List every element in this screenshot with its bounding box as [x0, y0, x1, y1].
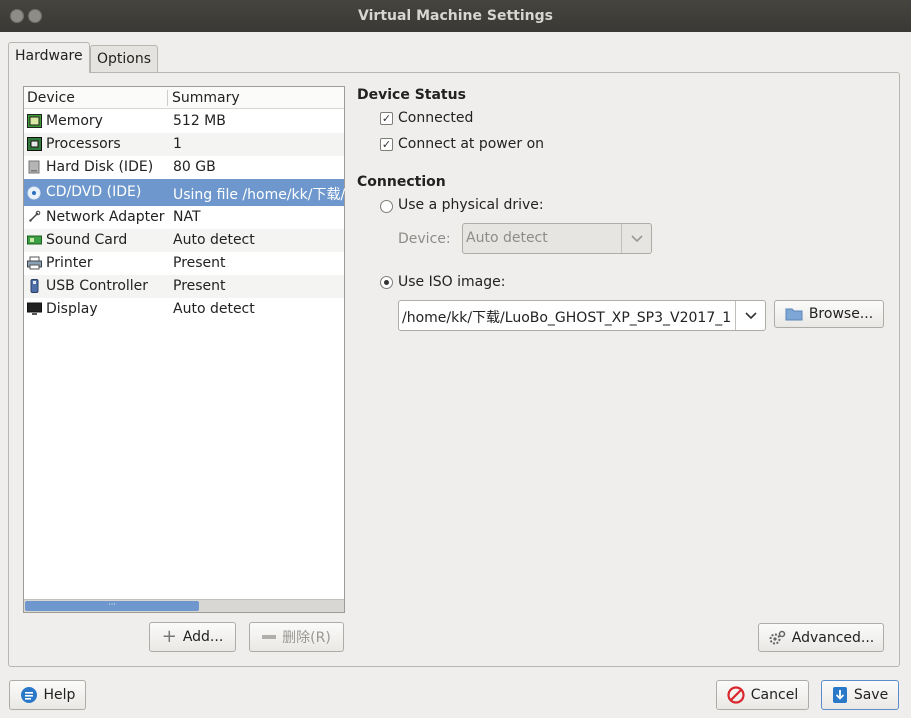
connect-at-power-on-checkbox[interactable]: ✓ — [380, 138, 393, 151]
physical-drive-value: Auto detect — [466, 230, 548, 246]
device-name: Sound Card — [46, 232, 128, 248]
remove-device-button[interactable]: 删除(R) — [249, 622, 344, 652]
printer-icon — [27, 256, 42, 270]
device-summary: 1 — [173, 136, 182, 152]
device-summary: Auto detect — [173, 232, 255, 248]
connected-checkbox[interactable]: ✓ — [380, 112, 393, 125]
iso-path-value[interactable]: /home/kk/下载/LuoBo_GHOST_XP_SP3_V2017_1 — [402, 307, 736, 327]
tab-hardware-label: Hardware — [15, 48, 83, 64]
device-summary: 80 GB — [173, 159, 216, 175]
tab-hardware[interactable]: Hardware — [8, 42, 90, 73]
add-device-button[interactable]: + Add... — [149, 622, 236, 652]
tab-options-label: Options — [97, 51, 152, 67]
title-bar: Virtual Machine Settings — [0, 0, 911, 32]
help-label: Help — [43, 687, 76, 703]
connect-at-power-on-label[interactable]: Connect at power on — [398, 136, 544, 152]
browse-button[interactable]: Browse... — [774, 300, 884, 328]
cancel-button[interactable]: Cancel — [716, 680, 809, 710]
device-label: Device: — [398, 231, 451, 247]
device-name: Memory — [46, 113, 103, 129]
physical-drive-radio[interactable] — [380, 200, 393, 213]
add-device-label: Add... — [182, 629, 224, 645]
device-row-cd-dvd[interactable]: CD/DVD (IDE) Using file /home/kk/下载/LuoB… — [24, 179, 345, 206]
chevron-down-icon[interactable] — [735, 301, 765, 330]
device-row-memory[interactable]: Memory 512 MB — [24, 110, 344, 133]
device-list-scrollbar[interactable]: ··· — [24, 599, 344, 612]
device-row-printer[interactable]: Printer Present — [24, 252, 344, 275]
advanced-button[interactable]: Advanced... — [758, 623, 884, 652]
device-name: CD/DVD (IDE) — [46, 184, 142, 200]
cancel-icon — [727, 686, 745, 704]
device-list[interactable]: Device Summary Memory 512 MB Processors … — [23, 86, 345, 613]
device-name: Network Adapter — [46, 209, 165, 225]
minus-icon — [262, 635, 277, 639]
save-button[interactable]: Save — [821, 680, 899, 710]
window-title: Virtual Machine Settings — [358, 8, 553, 24]
advanced-label: Advanced... — [791, 629, 875, 646]
iso-image-radio[interactable] — [380, 276, 393, 289]
connected-label[interactable]: Connected — [398, 110, 473, 126]
hard-disk-icon — [28, 160, 40, 174]
processor-icon — [27, 137, 42, 151]
device-name: Display — [46, 301, 98, 317]
memory-icon — [27, 114, 42, 128]
device-name: Printer — [46, 255, 93, 271]
device-summary: 512 MB — [173, 113, 226, 129]
chevron-down-icon — [621, 224, 651, 253]
physical-drive-select[interactable]: Auto detect — [462, 223, 652, 254]
iso-image-label[interactable]: Use ISO image: — [398, 274, 505, 290]
device-name: USB Controller — [46, 278, 149, 294]
browse-label: Browse... — [808, 306, 874, 322]
plus-icon: + — [161, 626, 177, 647]
device-summary: Auto detect — [173, 301, 255, 317]
device-row-display[interactable]: Display Auto detect — [24, 298, 344, 321]
device-summary: Using file /home/kk/下载/LuoBo — [173, 187, 345, 203]
sound-card-icon — [27, 235, 42, 245]
cd-dvd-icon — [27, 186, 41, 200]
device-list-header: Device Summary — [24, 87, 344, 109]
device-summary: Present — [173, 255, 226, 271]
gear-icon — [769, 630, 785, 644]
connection-title: Connection — [357, 174, 446, 190]
column-summary[interactable]: Summary — [172, 90, 240, 106]
minimize-window-button[interactable] — [28, 9, 42, 23]
column-device[interactable]: Device — [27, 90, 75, 106]
device-summary: NAT — [173, 209, 201, 225]
save-icon — [832, 687, 847, 703]
scrollbar-thumb[interactable]: ··· — [25, 601, 199, 611]
device-summary: Present — [173, 278, 226, 294]
usb-icon — [30, 279, 39, 293]
display-icon — [27, 302, 42, 315]
device-row-hard-disk[interactable]: Hard Disk (IDE) 80 GB — [24, 156, 344, 179]
help-button[interactable]: Help — [9, 680, 86, 710]
device-row-network-adapter[interactable]: Network Adapter NAT — [24, 206, 344, 229]
device-row-processors[interactable]: Processors 1 — [24, 133, 344, 156]
close-window-button[interactable] — [10, 9, 24, 23]
network-adapter-icon — [29, 210, 41, 222]
folder-icon — [785, 308, 803, 321]
tab-options[interactable]: Options — [90, 45, 159, 72]
remove-device-label: 删除(R) — [282, 630, 331, 646]
help-icon — [20, 687, 37, 703]
device-row-usb-controller[interactable]: USB Controller Present — [24, 275, 344, 298]
iso-path-combo[interactable]: /home/kk/下载/LuoBo_GHOST_XP_SP3_V2017_1 — [398, 300, 766, 331]
cancel-label: Cancel — [750, 687, 799, 703]
device-name: Processors — [46, 136, 121, 152]
device-status-title: Device Status — [357, 87, 466, 103]
device-name: Hard Disk (IDE) — [46, 159, 154, 175]
physical-drive-label[interactable]: Use a physical drive: — [398, 197, 544, 213]
save-label: Save — [853, 687, 889, 703]
device-row-sound-card[interactable]: Sound Card Auto detect — [24, 229, 344, 252]
